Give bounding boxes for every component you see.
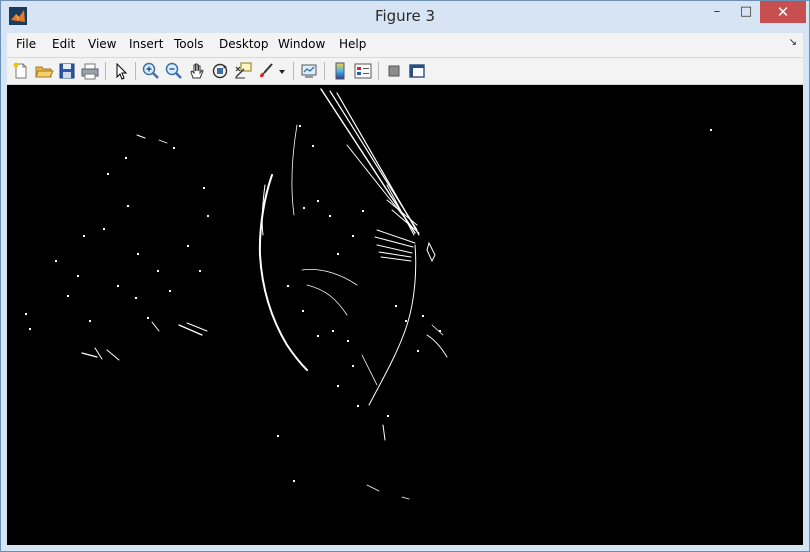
menu-bar: File Edit View Insert Tools Desktop Wind…	[7, 33, 803, 58]
edge-noise-points	[25, 125, 712, 482]
figure-canvas[interactable]	[7, 85, 803, 545]
toolbar-separator	[324, 62, 325, 80]
menu-view[interactable]: View	[88, 37, 116, 51]
hide-plot-tools-icon[interactable]	[384, 61, 404, 81]
insert-legend-icon[interactable]	[353, 61, 373, 81]
edge-map-image	[25, 88, 712, 500]
menu-window[interactable]: Window	[278, 37, 325, 51]
menu-help[interactable]: Help	[339, 37, 366, 51]
print-figure-icon[interactable]	[80, 61, 100, 81]
brush-dropdown-icon[interactable]	[277, 61, 287, 81]
menu-file[interactable]: File	[16, 37, 36, 51]
toolbar-separator	[378, 62, 379, 80]
brush-icon[interactable]	[256, 61, 276, 81]
show-plot-tools-icon[interactable]	[407, 61, 427, 81]
open-file-icon[interactable]	[34, 61, 54, 81]
link-plot-icon[interactable]	[299, 61, 319, 81]
title-bar: Figure 3 – □ ✕	[1, 1, 809, 31]
save-figure-icon[interactable]	[57, 61, 77, 81]
toolbar-separator	[135, 62, 136, 80]
rotate-3d-icon[interactable]	[210, 61, 230, 81]
dock-arrow-icon[interactable]: ↘	[789, 37, 797, 48]
data-cursor-icon[interactable]	[233, 61, 253, 81]
edit-plot-arrow-icon[interactable]	[111, 61, 131, 81]
toolbar-separator	[293, 62, 294, 80]
zoom-out-icon[interactable]	[164, 61, 184, 81]
window-title: Figure 3	[374, 7, 436, 25]
pan-hand-icon[interactable]	[187, 61, 207, 81]
insert-colorbar-icon[interactable]	[330, 61, 350, 81]
menu-insert[interactable]: Insert	[129, 37, 163, 51]
zoom-in-icon[interactable]	[141, 61, 161, 81]
figure-toolbar	[7, 58, 803, 85]
minimize-button[interactable]: –	[702, 1, 732, 23]
close-button[interactable]: ✕	[760, 1, 806, 23]
maximize-button[interactable]: □	[732, 1, 760, 23]
toolbar-separator	[105, 62, 106, 80]
face-contour-edge	[258, 174, 308, 371]
menu-edit[interactable]: Edit	[52, 37, 75, 51]
figure-window: Figure 3 – □ ✕ File Edit View Insert Too…	[0, 0, 810, 552]
new-figure-icon[interactable]	[11, 61, 31, 81]
menu-tools[interactable]: Tools	[174, 37, 204, 51]
menu-desktop[interactable]: Desktop	[219, 37, 269, 51]
